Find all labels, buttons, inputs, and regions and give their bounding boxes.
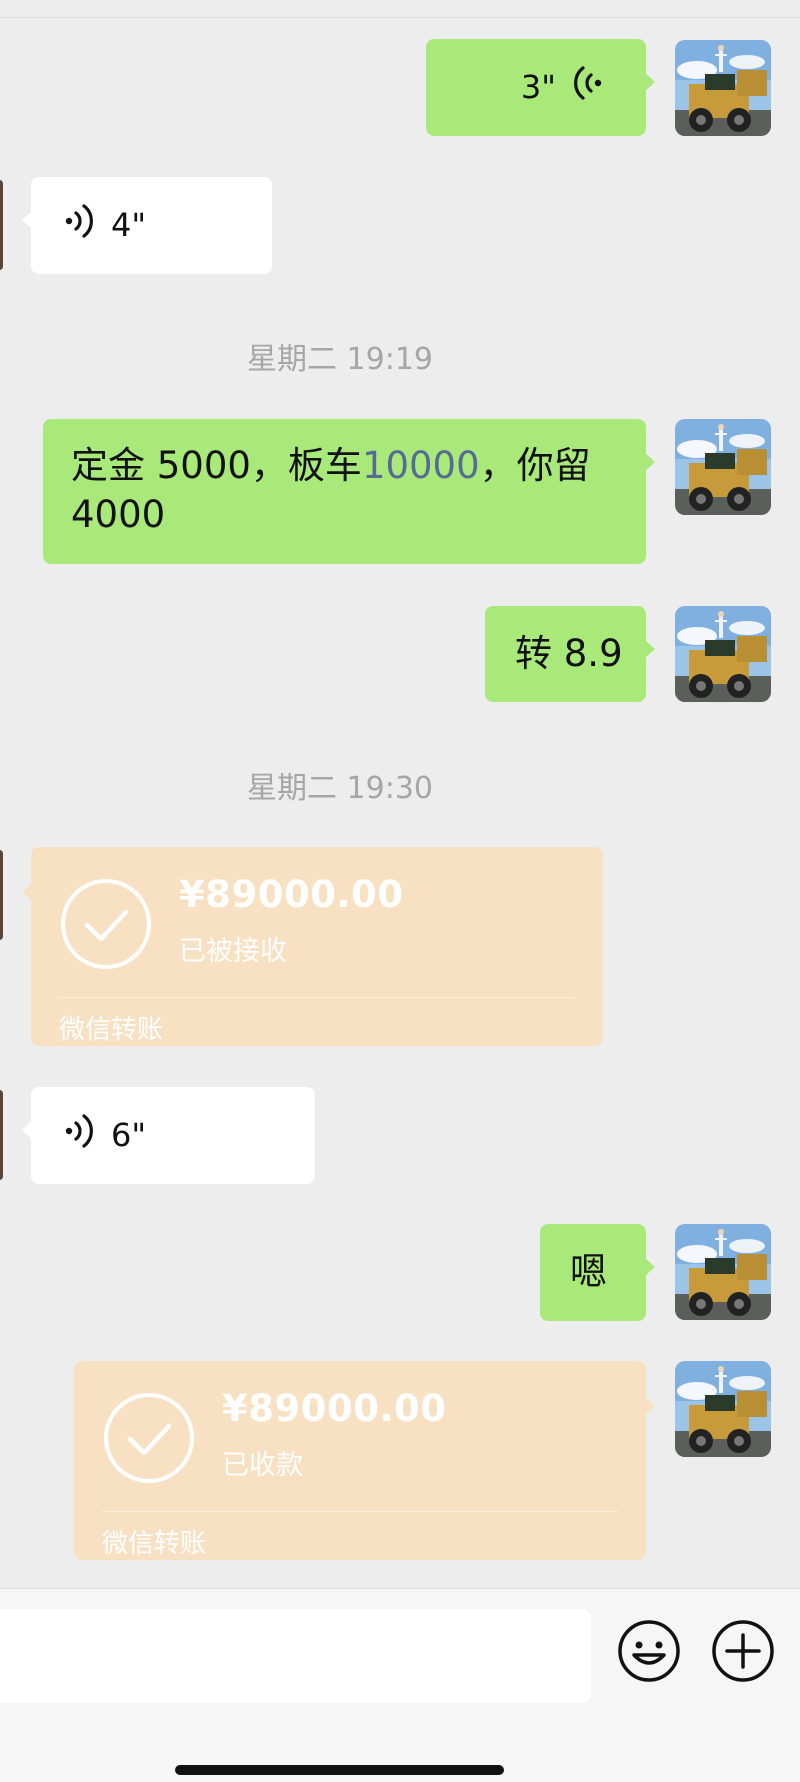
message-input[interactable] <box>0 1609 591 1703</box>
input-bar <box>0 1588 800 1782</box>
my-avatar[interactable] <box>675 40 771 136</box>
received-voice-bubble[interactable]: 6" <box>22 1087 315 1184</box>
timestamp: 星期二 19:30 <box>247 771 433 806</box>
message-text: 嗯 <box>570 1250 607 1293</box>
received-voice-bubble[interactable]: 4" <box>22 177 272 274</box>
my-avatar[interactable] <box>675 419 771 515</box>
message-text: 转 8.9 <box>515 632 623 675</box>
voice-wave-icon <box>63 203 93 247</box>
contact-avatar[interactable] <box>0 850 3 940</box>
transfer-status: 已收款 <box>222 1450 303 1481</box>
transfer-divider <box>102 1511 618 1512</box>
check-circle-icon <box>59 877 153 975</box>
transfer-footer: 微信转账 <box>102 1529 207 1559</box>
top-divider <box>0 17 800 18</box>
voice-wave-icon <box>574 65 604 109</box>
transfer-divider <box>59 997 575 998</box>
voice-duration: 3" <box>520 68 556 106</box>
sent-text-bubble[interactable]: 定金 5000，板车10000，你留 4000 <box>43 419 655 564</box>
voice-wave-icon <box>63 1113 93 1157</box>
voice-duration: 6" <box>111 1116 147 1154</box>
sent-text-bubble[interactable]: 嗯 <box>540 1224 655 1321</box>
plus-circle-icon[interactable] <box>711 1619 775 1683</box>
transfer-card[interactable]: ¥89000.00 已收款 微信转账 <box>74 1361 655 1560</box>
my-avatar[interactable] <box>675 606 771 702</box>
my-avatar[interactable] <box>675 1361 771 1457</box>
transfer-status: 已被接收 <box>179 936 287 967</box>
my-avatar[interactable] <box>675 1224 771 1320</box>
emoji-icon[interactable] <box>617 1619 681 1683</box>
transfer-amount: ¥89000.00 <box>222 1387 447 1430</box>
transfer-footer: 微信转账 <box>59 1015 164 1045</box>
timestamp: 星期二 19:19 <box>247 342 433 377</box>
sent-voice-bubble[interactable]: 3" <box>426 39 655 136</box>
message-text: 定金 5000，板车10000，你留 4000 <box>71 444 591 536</box>
check-circle-icon <box>102 1391 196 1489</box>
voice-duration: 4" <box>111 206 147 244</box>
home-indicator <box>175 1765 504 1775</box>
transfer-card[interactable]: ¥89000.00 已被接收 微信转账 <box>22 847 603 1046</box>
transfer-amount: ¥89000.00 <box>179 873 404 916</box>
contact-avatar[interactable] <box>0 1090 3 1180</box>
contact-avatar[interactable] <box>0 180 3 270</box>
phone-number-link[interactable]: 10000 <box>362 444 480 487</box>
sent-text-bubble[interactable]: 转 8.9 <box>485 606 655 702</box>
